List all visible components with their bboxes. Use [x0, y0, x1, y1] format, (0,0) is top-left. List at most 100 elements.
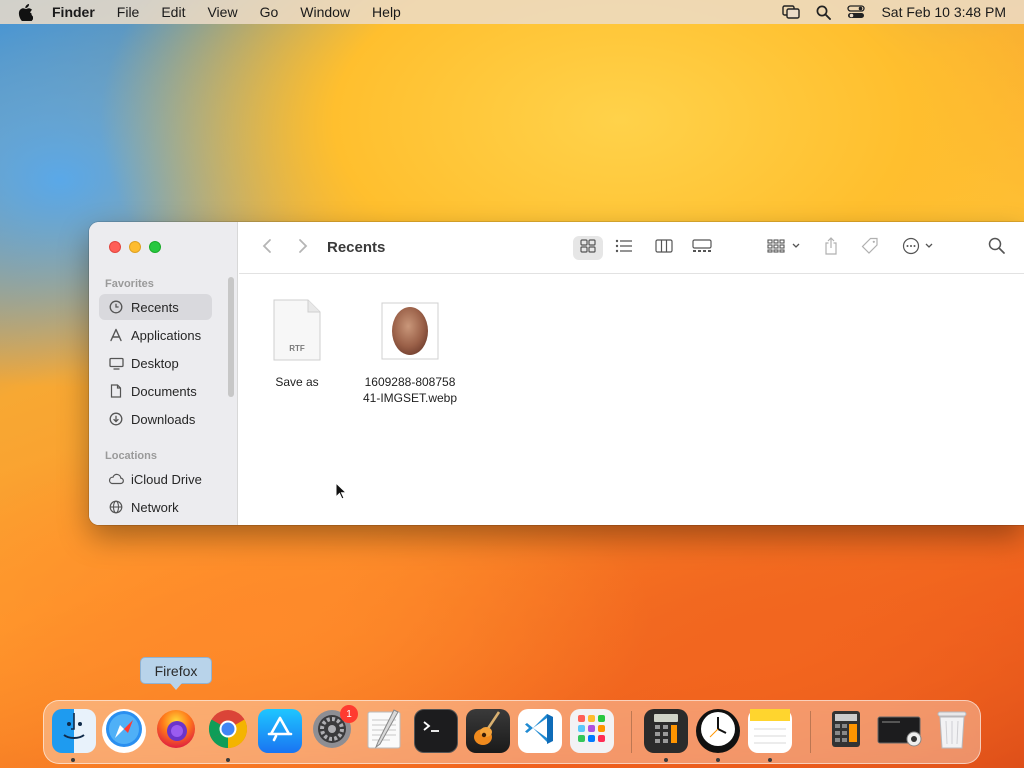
- list-view-button[interactable]: [611, 236, 637, 260]
- launchpad-grid-icon: [575, 712, 609, 751]
- apple-icon[interactable]: [18, 0, 36, 24]
- cloud-icon: [108, 471, 124, 487]
- finder-window: Favorites Recents Applications Desktop D…: [89, 222, 1024, 525]
- dock-screenshot[interactable]: [876, 709, 924, 753]
- share-button[interactable]: [821, 236, 841, 260]
- menu-edit[interactable]: Edit: [161, 4, 185, 20]
- textedit-icon: [364, 708, 404, 755]
- menu-clock[interactable]: Sat Feb 10 3:48 PM: [881, 4, 1006, 20]
- dock-terminal[interactable]: [414, 709, 458, 753]
- tags-button[interactable]: [859, 236, 881, 260]
- app-store-icon: [265, 714, 295, 749]
- dock-firefox[interactable]: [154, 709, 198, 753]
- sidebar-item-icloud-drive[interactable]: iCloud Drive: [99, 466, 212, 492]
- group-by-button[interactable]: [763, 236, 805, 260]
- file-item[interactable]: 1609288-808758 41-IMGSET.webp: [357, 299, 463, 406]
- sidebar-item-network[interactable]: Network: [99, 494, 212, 520]
- menu-bar: Finder File Edit View Go Window Help Sat…: [0, 0, 1024, 24]
- dock-calculator-stack[interactable]: [824, 709, 868, 753]
- menu-help[interactable]: Help: [372, 4, 401, 20]
- dock-trash[interactable]: [930, 709, 974, 753]
- chevron-left-icon: [262, 238, 272, 259]
- back-button[interactable]: [257, 236, 277, 260]
- sidebar: Favorites Recents Applications Desktop D…: [89, 222, 238, 525]
- dock-system-settings[interactable]: 1: [310, 705, 358, 753]
- mouse-pointer-icon: [335, 481, 348, 505]
- sidebar-item-downloads[interactable]: Downloads: [99, 406, 212, 432]
- dock-chrome[interactable]: [206, 709, 250, 753]
- dock-garageband[interactable]: [466, 709, 510, 753]
- list-icon: [615, 239, 633, 258]
- sidebar-scrollbar[interactable]: [228, 277, 234, 397]
- running-indicator: [664, 758, 668, 762]
- icon-view-button[interactable]: [573, 236, 603, 260]
- locations-heading: Locations: [105, 450, 157, 462]
- safari-icon: [104, 709, 144, 754]
- close-button[interactable]: [109, 241, 121, 253]
- sidebar-item-label: Network: [131, 499, 179, 515]
- menu-finder[interactable]: Finder: [52, 4, 95, 20]
- dock-clock[interactable]: [696, 709, 740, 753]
- dock-safari[interactable]: [102, 709, 146, 753]
- menu-view[interactable]: View: [207, 4, 237, 20]
- guitar-icon: [471, 710, 505, 753]
- column-view-button[interactable]: [651, 236, 677, 260]
- dock-finder[interactable]: [52, 709, 96, 753]
- dock-calculator[interactable]: [644, 709, 688, 753]
- dock-launchpad[interactable]: [570, 709, 614, 753]
- sidebar-item-recents[interactable]: Recents: [99, 294, 212, 320]
- gallery-icon: [692, 238, 712, 258]
- window-controls: [109, 241, 169, 253]
- sidebar-item-documents[interactable]: Documents: [99, 378, 212, 404]
- firefox-icon: [155, 708, 197, 755]
- dock-app-store[interactable]: [258, 709, 302, 753]
- window-title: Recents: [327, 239, 386, 256]
- share-icon: [824, 236, 838, 260]
- dock-textedit[interactable]: [362, 708, 406, 755]
- control-center-icon[interactable]: [847, 5, 866, 19]
- screen-mirroring-icon[interactable]: [782, 5, 801, 19]
- file-item[interactable]: RTF Save as: [261, 299, 333, 390]
- image-thumbnail: [381, 299, 439, 366]
- favorites-heading: Favorites: [105, 278, 154, 290]
- minimize-button[interactable]: [129, 241, 141, 253]
- tag-icon: [861, 237, 879, 260]
- applications-icon: [108, 327, 124, 343]
- spotlight-icon[interactable]: [816, 5, 832, 20]
- search-icon: [988, 237, 1005, 259]
- grid-icon: [580, 238, 596, 258]
- dock-vscode[interactable]: [518, 709, 562, 753]
- calculator-stack-icon: [826, 707, 866, 756]
- screenshot-icon: [876, 709, 924, 754]
- gallery-view-button[interactable]: [689, 236, 715, 260]
- zoom-button[interactable]: [149, 241, 161, 253]
- running-indicator: [226, 758, 230, 762]
- network-icon: [108, 499, 124, 515]
- notes-icon: [750, 708, 790, 754]
- more-actions-button[interactable]: [901, 236, 937, 260]
- sidebar-item-label: Desktop: [131, 355, 179, 371]
- forward-button[interactable]: [293, 236, 313, 260]
- dock: 1: [43, 700, 981, 764]
- group-grid-icon: [767, 238, 801, 258]
- dock-separator: [631, 711, 632, 753]
- menu-go[interactable]: Go: [260, 4, 279, 20]
- notification-badge: 1: [340, 705, 358, 723]
- desktop-icon: [108, 355, 124, 371]
- terminal-icon: [421, 717, 451, 746]
- clock-icon: [108, 299, 124, 315]
- dock-notes[interactable]: [748, 708, 792, 754]
- finder-icon: [56, 711, 92, 752]
- chevron-right-icon: [298, 238, 308, 259]
- menu-file[interactable]: File: [117, 4, 140, 20]
- search-button[interactable]: [985, 236, 1007, 260]
- file-name: 1609288-808758 41-IMGSET.webp: [362, 375, 458, 405]
- menu-window[interactable]: Window: [300, 4, 350, 20]
- calculator-icon: [652, 712, 680, 751]
- finder-toolbar: Recents: [239, 222, 1024, 274]
- dock-separator: [810, 711, 811, 753]
- sidebar-item-applications[interactable]: Applications: [99, 322, 212, 348]
- sidebar-item-desktop[interactable]: Desktop: [99, 350, 212, 376]
- sidebar-item-label: Downloads: [131, 411, 196, 427]
- running-indicator: [768, 758, 772, 762]
